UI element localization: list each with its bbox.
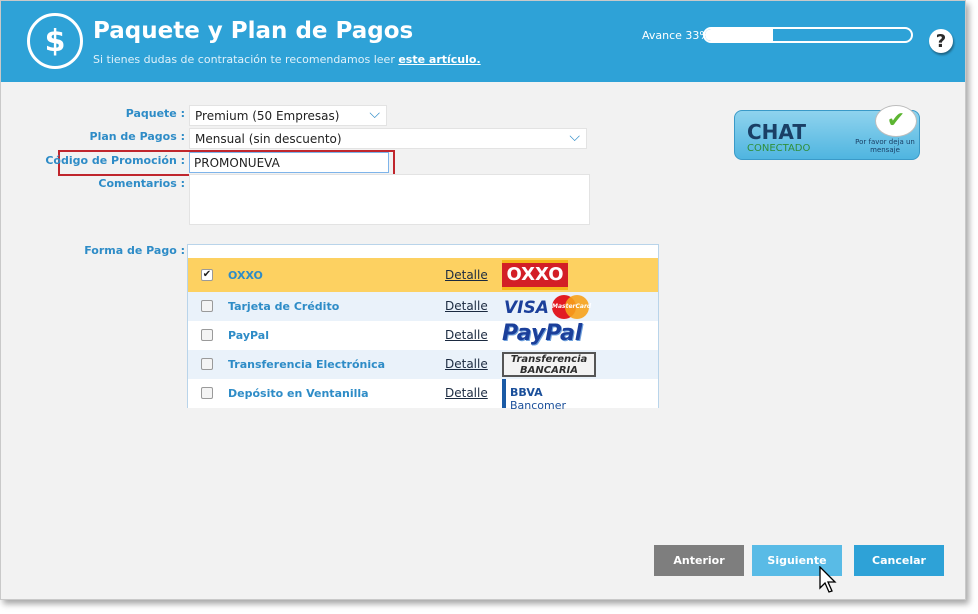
payment-row-transfer[interactable]: Transferencia Electrónica Detalle Transf… xyxy=(188,350,658,379)
checkbox-transfer[interactable] xyxy=(201,358,213,370)
payment-label: Forma de Pago : xyxy=(84,244,185,257)
chat-widget[interactable]: CHAT CONECTADO Por favor deja un mensaje… xyxy=(734,105,920,160)
transfer-logo-line2: BANCARIA xyxy=(520,365,578,376)
progress-label: Avance 33% xyxy=(642,29,710,42)
chat-message: Por favor deja un mensaje xyxy=(855,138,915,154)
package-label: Paquete : xyxy=(125,107,185,120)
payment-name: PayPal xyxy=(228,329,269,342)
detail-link[interactable]: Detalle xyxy=(445,386,488,400)
payment-row-card[interactable]: Tarjeta de Crédito Detalle VISA MasterCa… xyxy=(188,292,658,321)
paypal-logo: PayPal xyxy=(502,321,583,346)
plan-select[interactable]: Mensual (sin descuento) ⌵ xyxy=(189,128,587,149)
progress-fill xyxy=(705,29,773,41)
plan-label: Plan de Pagos : xyxy=(89,130,185,143)
promo-input[interactable]: PROMONUEVA xyxy=(189,152,389,173)
detail-link[interactable]: Detalle xyxy=(445,357,488,371)
checkbox-deposit[interactable] xyxy=(201,387,213,399)
progress-bar xyxy=(703,27,913,43)
promo-label: Código de Promoción : xyxy=(45,154,185,167)
bbva-bar xyxy=(502,379,506,408)
checkbox-oxxo[interactable]: ✔ xyxy=(201,269,213,281)
help-icon[interactable]: ? xyxy=(929,29,953,53)
payment-row-oxxo[interactable]: ✔ OXXO Detalle OXXO xyxy=(188,258,658,292)
payment-name: OXXO xyxy=(228,269,263,282)
oxxo-logo: OXXO xyxy=(502,260,568,290)
mouse-cursor-icon xyxy=(819,566,837,593)
transfer-logo: Transferencia BANCARIA xyxy=(502,352,596,377)
checkmark-icon: ✔ xyxy=(875,105,917,137)
mastercard-logo: MasterCard xyxy=(552,303,592,310)
detail-link[interactable]: Detalle xyxy=(445,299,488,313)
payment-row-paypal[interactable]: PayPal Detalle PayPal xyxy=(188,321,658,350)
cancel-button[interactable]: Cancelar xyxy=(854,545,944,576)
page-title: Paquete y Plan de Pagos xyxy=(93,18,414,44)
package-select[interactable]: Premium (50 Empresas) ⌵ xyxy=(189,105,387,126)
bbva-logo: BBVA Bancomer xyxy=(502,379,602,412)
visa-logo: VISA xyxy=(504,298,549,318)
bbva-text: BBVA Bancomer xyxy=(510,386,567,412)
checkbox-card[interactable] xyxy=(201,300,213,312)
chat-status: CONECTADO xyxy=(747,143,811,154)
payment-name: Transferencia Electrónica xyxy=(228,358,386,371)
chevron-down-icon: ⌵ xyxy=(569,129,580,145)
checkbox-paypal[interactable] xyxy=(201,329,213,341)
comments-textarea[interactable] xyxy=(189,174,590,225)
previous-button[interactable]: Anterior xyxy=(654,545,744,576)
header-subtitle: Si tienes dudas de contratación te recom… xyxy=(93,53,481,66)
plan-value: Mensual (sin descuento) xyxy=(195,132,342,146)
payment-table: ✔ OXXO Detalle OXXO Tarjeta de Crédito D… xyxy=(187,244,659,412)
detail-link[interactable]: Detalle xyxy=(445,328,488,342)
header-bar: $ Paquete y Plan de Pagos Si tienes duda… xyxy=(1,1,965,82)
dollar-icon: $ xyxy=(27,13,83,69)
subtitle-text: Si tienes dudas de contratación te recom… xyxy=(93,53,395,66)
comments-label: Comentarios : xyxy=(98,177,185,190)
package-value: Premium (50 Empresas) xyxy=(195,109,340,123)
payment-row-deposit[interactable]: Depósito en Ventanilla Detalle BBVA Banc… xyxy=(188,379,658,412)
article-link[interactable]: este artículo. xyxy=(398,53,480,66)
chat-title: CHAT xyxy=(747,120,806,144)
transfer-logo-line1: Transferencia xyxy=(510,354,588,365)
chevron-down-icon: ⌵ xyxy=(369,106,380,122)
visa-mastercard-logo: VISA MasterCard xyxy=(502,294,592,320)
dialog-window: $ Paquete y Plan de Pagos Si tienes duda… xyxy=(0,0,966,600)
payment-name: Tarjeta de Crédito xyxy=(228,300,340,313)
detail-link[interactable]: Detalle xyxy=(445,268,488,282)
payment-name: Depósito en Ventanilla xyxy=(228,387,369,400)
